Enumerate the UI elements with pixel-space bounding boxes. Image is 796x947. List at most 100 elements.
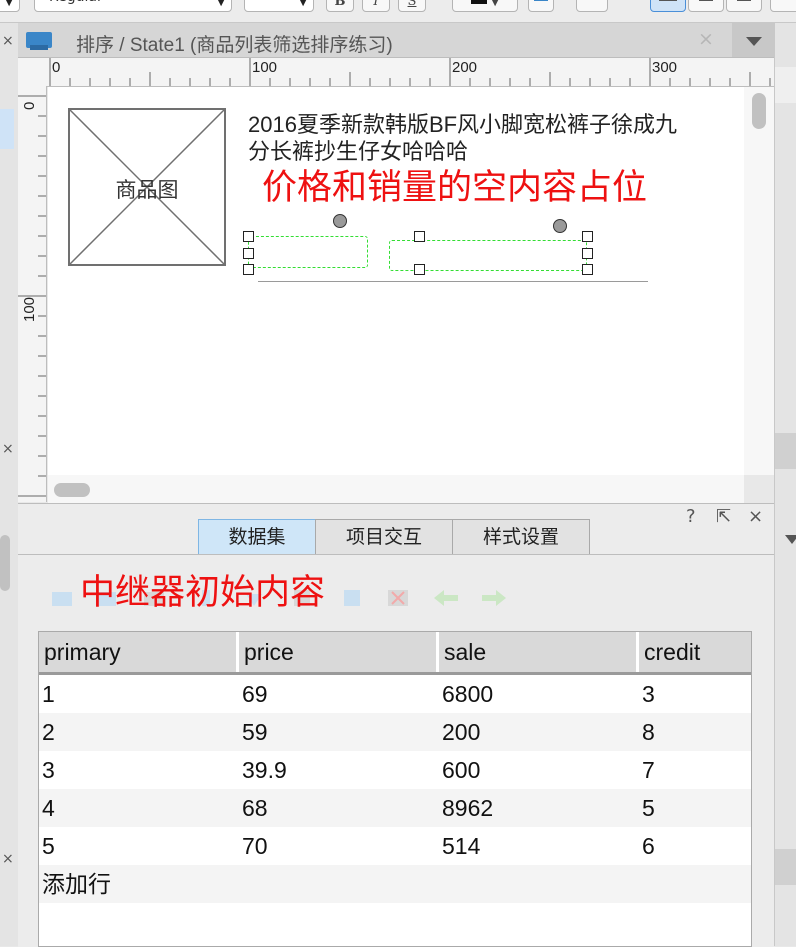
column-header-sale[interactable]: sale: [439, 632, 639, 672]
font-size-dropdown[interactable]: ▼: [244, 0, 314, 12]
document-tab-title[interactable]: 排序 / State1 (商品列表筛选排序练习): [76, 30, 393, 57]
ruler-label-300: 300: [652, 59, 678, 76]
resize-handle[interactable]: [414, 264, 425, 275]
resize-handle[interactable]: [582, 248, 593, 259]
add-row-item[interactable]: 添加行: [39, 865, 751, 903]
arrow-left-icon[interactable]: [432, 586, 458, 610]
ruler-label-200: 200: [452, 59, 478, 76]
table-row[interactable]: 1 69 6800 3: [39, 675, 751, 713]
underline-button[interactable]: S: [398, 0, 426, 12]
delete-column-icon[interactable]: [386, 586, 410, 610]
cell-credit[interactable]: 6: [639, 827, 655, 865]
font-family-dropdown[interactable]: ▼: [0, 0, 20, 12]
cell-primary[interactable]: 3: [39, 751, 55, 789]
cell-price[interactable]: 68: [239, 789, 268, 827]
page-icon: [26, 32, 52, 50]
collapse-left-icon[interactable]: ×: [2, 33, 14, 49]
cell-sale[interactable]: 8962: [439, 789, 493, 827]
right-panel-heading: [775, 67, 796, 103]
cell-price[interactable]: 69: [239, 675, 268, 713]
table-row[interactable]: 3 39.9 600 7: [39, 751, 751, 789]
close-icon[interactable]: ×: [748, 506, 763, 527]
panel-annotation: 中继器初始内容: [80, 573, 326, 613]
format-toolbar: ▼ Regular ▼ ▼ B I S ▼: [0, 0, 796, 23]
resize-handle[interactable]: [582, 231, 593, 242]
divider-line: [258, 281, 648, 282]
tab-item-interaction[interactable]: 项目交互: [315, 519, 453, 555]
resize-handle[interactable]: [582, 264, 593, 275]
popout-icon[interactable]: ⇱: [716, 506, 731, 527]
resize-handle[interactable]: [243, 264, 254, 275]
cell-primary[interactable]: 4: [39, 789, 55, 827]
column-header-primary[interactable]: primary: [39, 632, 239, 672]
cell-price[interactable]: 59: [239, 713, 268, 751]
cell-credit[interactable]: 3: [639, 675, 655, 713]
rotate-handle[interactable]: [333, 214, 347, 228]
table-row[interactable]: 5 70 514 6: [39, 827, 751, 865]
align-left-icon: [659, 0, 677, 1]
tab-menu-chevron-icon[interactable]: [732, 23, 774, 57]
right-divider: [775, 433, 796, 469]
cell-primary[interactable]: 2: [39, 713, 55, 751]
cell-price[interactable]: 70: [239, 827, 268, 865]
table-row[interactable]: 4 68 8962 5: [39, 789, 751, 827]
price-placeholder-box[interactable]: [248, 236, 368, 268]
design-canvas[interactable]: 商品图 2016夏季新款韩版BF风小脚宽松裤子徐成九分长裤抄生仔女哈哈哈 价格和…: [48, 87, 744, 475]
insert-column-right-icon[interactable]: [340, 586, 364, 610]
text-color-button[interactable]: ▼: [452, 0, 518, 12]
scroll-thumb[interactable]: [752, 93, 766, 129]
table-row[interactable]: 2 59 200 8: [39, 713, 751, 751]
cell-sale[interactable]: 600: [439, 751, 480, 789]
add-row-link[interactable]: 添加行: [39, 865, 111, 903]
align-right-button[interactable]: [726, 0, 762, 12]
ruler-label-0: 0: [52, 59, 61, 76]
indent-button[interactable]: [576, 0, 608, 12]
vruler-label-100: 100: [21, 296, 38, 322]
close-icon[interactable]: ×: [698, 28, 714, 50]
canvas-vertical-scrollbar[interactable]: [744, 87, 774, 475]
bold-button[interactable]: B: [326, 0, 354, 12]
bullet-list-button[interactable]: [528, 0, 554, 12]
cell-sale[interactable]: 6800: [439, 675, 493, 713]
canvas-horizontal-scrollbar[interactable]: [48, 475, 744, 503]
column-header-credit[interactable]: credit: [639, 632, 751, 672]
tab-dataset[interactable]: 数据集: [198, 519, 316, 555]
cell-sale[interactable]: 200: [439, 713, 480, 751]
document-tab-bar: 排序 / State1 (商品列表筛选排序练习) ×: [18, 23, 774, 58]
scroll-thumb[interactable]: [54, 483, 90, 497]
ruler-label-100: 100: [252, 59, 278, 76]
column-header-price[interactable]: price: [239, 632, 439, 672]
align-left-button[interactable]: [650, 0, 686, 12]
vruler-label-0: 0: [21, 101, 38, 110]
cell-primary[interactable]: 5: [39, 827, 55, 865]
insert-row-above-icon[interactable]: [50, 586, 74, 610]
align-center-button[interactable]: [688, 0, 724, 12]
font-style-dropdown[interactable]: Regular ▼: [34, 0, 232, 12]
collapse-left-icon-3[interactable]: ×: [2, 851, 14, 867]
cell-primary[interactable]: 1: [39, 675, 55, 713]
cell-credit[interactable]: 8: [639, 713, 655, 751]
right-divider-2: [775, 849, 796, 885]
resize-handle[interactable]: [414, 231, 425, 242]
font-style-value: Regular: [49, 0, 103, 5]
cell-price[interactable]: 39.9: [239, 751, 287, 789]
resize-handle[interactable]: [243, 231, 254, 242]
product-title-text[interactable]: 2016夏季新款韩版BF风小脚宽松裤子徐成九分长裤抄生仔女哈哈哈: [248, 111, 688, 165]
resize-handle[interactable]: [243, 248, 254, 259]
justify-button[interactable]: [770, 0, 796, 12]
product-image-placeholder[interactable]: 商品图: [68, 108, 226, 266]
cell-sale[interactable]: 514: [439, 827, 480, 865]
repeater-panel: ? ⇱ × 数据集 项目交互 样式设置 中继器初始内容 primary pric…: [18, 503, 774, 947]
collapse-left-icon-2[interactable]: ×: [2, 441, 14, 457]
cell-credit[interactable]: 5: [639, 789, 655, 827]
help-icon[interactable]: ?: [686, 506, 696, 527]
cell-credit[interactable]: 7: [639, 751, 655, 789]
italic-button[interactable]: I: [362, 0, 390, 12]
left-scroll-thumb[interactable]: [0, 535, 10, 591]
expand-triangle-icon[interactable]: [785, 535, 796, 544]
chevron-down-icon: ▼: [5, 0, 13, 8]
rotate-handle-2[interactable]: [553, 219, 567, 233]
arrow-right-icon[interactable]: [480, 586, 506, 610]
selected-page-marker: [0, 109, 14, 149]
tab-style-settings[interactable]: 样式设置: [452, 519, 590, 555]
